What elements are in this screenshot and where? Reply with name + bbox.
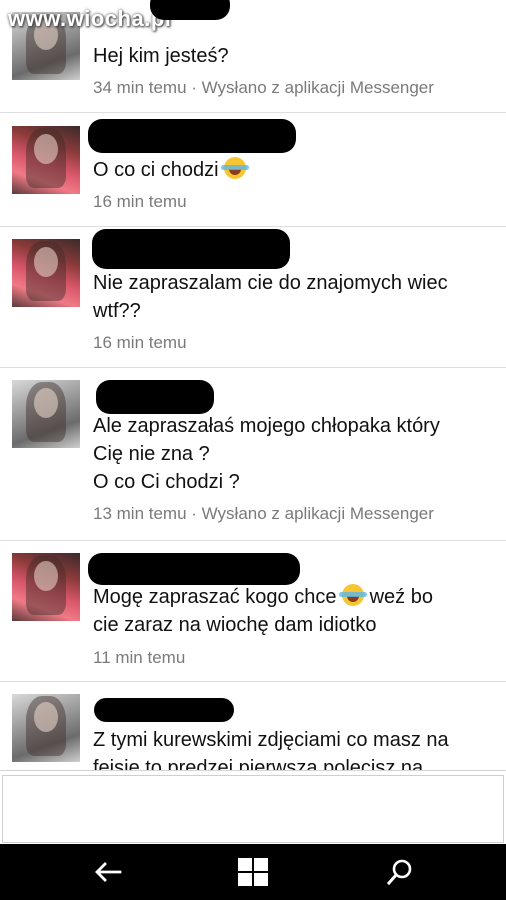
avatar[interactable] [12, 380, 80, 448]
message-source: · Wysłano z aplikacji Messenger [186, 78, 434, 97]
message-text: Ale zapraszałaś mojego chłopaka który Ci… [93, 415, 440, 493]
message-text: Mogę zapraszać kogo chce weź bo cie zara… [93, 584, 433, 636]
redacted-name [150, 0, 230, 20]
home-button[interactable] [223, 852, 283, 892]
message-meta: 34 min temu · Wysłano z aplikacji Messen… [93, 78, 434, 98]
message-text: O co ci chodzi [93, 156, 488, 184]
message-item: Z tymi kurewskimi zdjęciami co masz na f… [0, 682, 506, 770]
laughing-tears-emoji-icon [339, 584, 368, 606]
message-time: 11 min temu [93, 648, 186, 667]
message-time: 16 min temu [93, 333, 187, 352]
message-time: 13 min temu [93, 504, 187, 523]
message-time: 16 min temu [93, 192, 187, 211]
windows-logo-icon [238, 858, 268, 886]
message-input[interactable] [2, 775, 504, 843]
message-meta: 16 min temu [93, 333, 187, 353]
back-arrow-icon [95, 862, 122, 882]
laughing-tears-emoji-icon [221, 157, 250, 179]
back-button[interactable] [78, 852, 138, 892]
message-meta: 11 min temu [93, 648, 185, 668]
redacted-name [92, 229, 290, 269]
avatar[interactable] [12, 239, 80, 307]
message-time: 34 min temu [93, 78, 187, 97]
message-text: Hej kim jesteś? [93, 45, 229, 67]
redacted-name [94, 698, 234, 722]
system-nav-bar [0, 844, 506, 900]
avatar[interactable] [12, 553, 80, 621]
message-item: O co ci chodzi 16 min temu [0, 113, 506, 226]
redacted-name [96, 380, 214, 414]
message-feed[interactable]: www.wiocha.pl Hej kim jesteś? 34 min tem… [0, 0, 506, 770]
message-meta: 13 min temu · Wysłano z aplikacji Messen… [93, 504, 434, 524]
message-source: · Wysłano z aplikacji Messenger [186, 504, 434, 523]
search-button[interactable] [370, 852, 430, 892]
message-text: Z tymi kurewskimi zdjęciami co masz na f… [93, 729, 449, 770]
avatar[interactable] [12, 694, 80, 762]
message-composer [0, 770, 506, 845]
message-text: Nie zapraszalam cie do znajomych wiec wt… [93, 272, 448, 322]
watermark-logo: www.wiocha.pl [8, 6, 172, 31]
message-meta: 16 min temu [93, 192, 187, 212]
redacted-name [88, 553, 300, 585]
redacted-name [88, 119, 296, 153]
search-icon [386, 859, 412, 886]
avatar[interactable] [12, 126, 80, 194]
message-item: Nie zapraszalam cie do znajomych wiec wt… [0, 227, 506, 367]
message-item: Mogę zapraszać kogo chce weź bo cie zara… [0, 541, 506, 681]
message-item: www.wiocha.pl Hej kim jesteś? 34 min tem… [0, 0, 506, 112]
message-item: Ale zapraszałaś mojego chłopaka który Ci… [0, 368, 506, 540]
